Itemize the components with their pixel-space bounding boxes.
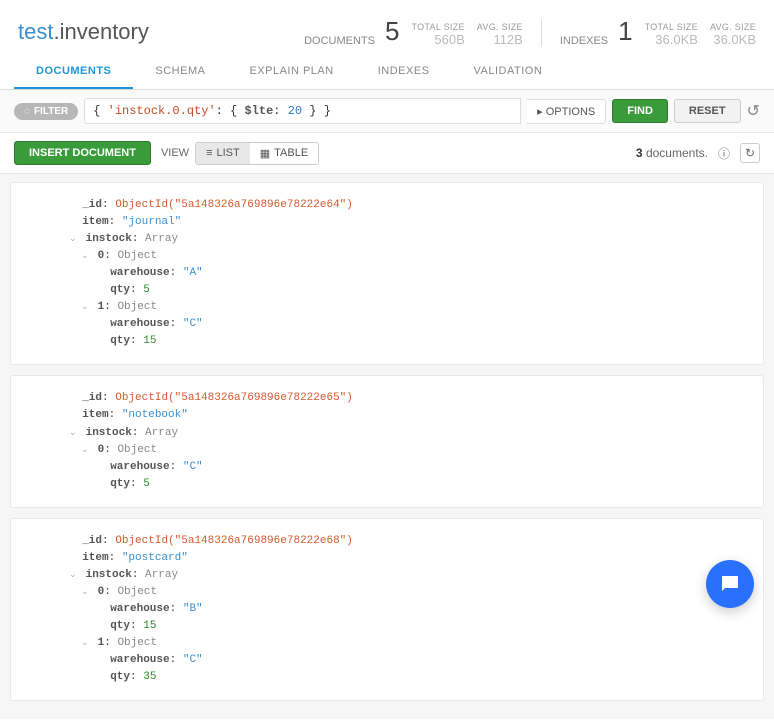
caret-icon[interactable]: ⌄ xyxy=(69,427,79,441)
caret-icon[interactable]: ⌄ xyxy=(81,250,91,264)
caret-icon[interactable]: ⌄ xyxy=(69,233,79,247)
document-card[interactable]: _id: ObjectId("5a148326a769896e78222e65"… xyxy=(10,375,764,507)
namespace-title: test.inventory xyxy=(18,19,304,45)
options-button[interactable]: ▸ OPTIONS xyxy=(527,99,606,124)
tab-documents[interactable]: DOCUMENTS xyxy=(14,55,133,89)
tab-validation[interactable]: VALIDATION xyxy=(452,55,565,89)
db-name: test xyxy=(18,19,53,44)
separator xyxy=(541,19,542,47)
filter-input[interactable]: { 'instock.0.qty': { $lte: 20 } } xyxy=(84,98,521,124)
caret-icon[interactable]: ⌄ xyxy=(81,444,91,458)
tabs: DOCUMENTS SCHEMA EXPLAIN PLAN INDEXES VA… xyxy=(0,55,774,90)
view-label: VIEW xyxy=(161,147,189,159)
refresh-icon[interactable]: ↻ xyxy=(740,143,760,163)
insert-document-button[interactable]: INSERT DOCUMENT xyxy=(14,141,151,165)
idx-total-size: TOTAL SIZE 36.0KB xyxy=(645,22,698,47)
history-icon[interactable]: ↺ xyxy=(747,101,760,121)
view-list-button[interactable]: ≡LIST xyxy=(196,143,250,164)
find-button[interactable]: FIND xyxy=(612,99,668,123)
info-icon[interactable]: ⓘ xyxy=(714,143,734,163)
chat-icon xyxy=(718,572,742,596)
filter-bar: ◌ FILTER { 'instock.0.qty': { $lte: 20 }… xyxy=(0,90,774,133)
docs-total-size: TOTAL SIZE 560B xyxy=(411,22,464,47)
list-icon: ≡ xyxy=(206,147,212,159)
filter-pill[interactable]: ◌ FILTER xyxy=(14,103,78,120)
caret-icon[interactable]: ⌄ xyxy=(81,301,91,315)
reset-button[interactable]: RESET xyxy=(674,99,741,123)
document-card[interactable]: _id: ObjectId("5a148326a769896e78222e68"… xyxy=(10,518,764,701)
chat-launcher[interactable] xyxy=(706,560,754,608)
docs-label: DOCUMENTS xyxy=(304,35,375,47)
table-icon: ▦ xyxy=(260,147,270,160)
document-card[interactable]: _id: ObjectId("5a148326a769896e78222e64"… xyxy=(10,182,764,365)
view-table-button[interactable]: ▦TABLE xyxy=(250,143,318,164)
docs-avg-size: AVG. SIZE 112B xyxy=(477,22,523,47)
idx-label: INDEXES xyxy=(560,35,608,47)
coll-name: inventory xyxy=(60,19,149,44)
caret-icon[interactable]: ⌄ xyxy=(81,586,91,600)
stats: DOCUMENTS 5 TOTAL SIZE 560B AVG. SIZE 11… xyxy=(304,16,756,47)
documents-list: _id: ObjectId("5a148326a769896e78222e64"… xyxy=(0,174,774,719)
tab-explain[interactable]: EXPLAIN PLAN xyxy=(227,55,355,89)
tab-indexes[interactable]: INDEXES xyxy=(356,55,452,89)
caret-icon[interactable]: ⌄ xyxy=(81,637,91,651)
docs-stat: DOCUMENTS 5 xyxy=(304,16,399,47)
view-toggle: ≡LIST ▦TABLE xyxy=(195,142,319,165)
tab-schema[interactable]: SCHEMA xyxy=(133,55,227,89)
indexes-stat: INDEXES 1 xyxy=(560,16,633,47)
doc-count: 3 documents. xyxy=(636,146,708,160)
header: test.inventory DOCUMENTS 5 TOTAL SIZE 56… xyxy=(0,0,774,55)
filter-icon: ◌ xyxy=(24,106,30,117)
idx-avg-size: AVG. SIZE 36.0KB xyxy=(710,22,756,47)
caret-icon[interactable]: ⌄ xyxy=(69,569,79,583)
docs-count: 5 xyxy=(385,16,399,47)
toolbar: INSERT DOCUMENT VIEW ≡LIST ▦TABLE 3 docu… xyxy=(0,133,774,174)
idx-count: 1 xyxy=(618,16,632,47)
